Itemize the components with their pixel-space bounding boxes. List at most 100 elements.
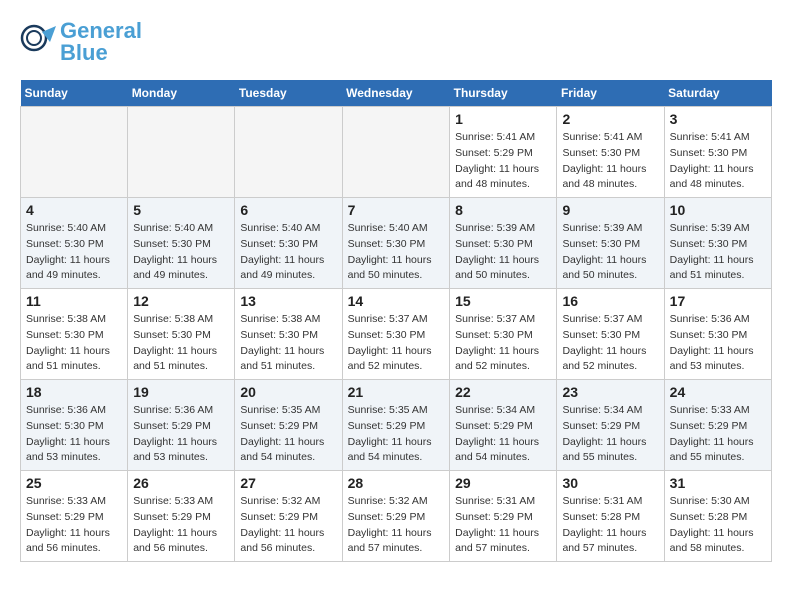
day-info: Sunrise: 5:37 AM Sunset: 5:30 PM Dayligh… — [348, 312, 445, 375]
day-number: 16 — [562, 293, 658, 309]
week-row-3: 11 Sunrise: 5:38 AM Sunset: 5:30 PM Dayli… — [21, 289, 772, 380]
day-number: 5 — [133, 202, 229, 218]
calendar-cell: 18 Sunrise: 5:36 AM Sunset: 5:30 PM Dayli… — [21, 380, 128, 471]
day-info: Sunrise: 5:36 AM Sunset: 5:30 PM Dayligh… — [26, 403, 122, 466]
day-info: Sunrise: 5:35 AM Sunset: 5:29 PM Dayligh… — [348, 403, 445, 466]
day-info: Sunrise: 5:38 AM Sunset: 5:30 PM Dayligh… — [26, 312, 122, 375]
week-row-1: 1Sunrise: 5:41 AM Sunset: 5:29 PM Daylig… — [21, 107, 772, 198]
calendar-cell: 5 Sunrise: 5:40 AM Sunset: 5:30 PM Daylig… — [128, 198, 235, 289]
calendar-cell: 28 Sunrise: 5:32 AM Sunset: 5:29 PM Dayli… — [342, 471, 450, 562]
day-info: Sunrise: 5:33 AM Sunset: 5:29 PM Dayligh… — [26, 494, 122, 557]
day-number: 11 — [26, 293, 122, 309]
calendar-cell: 7 Sunrise: 5:40 AM Sunset: 5:30 PM Daylig… — [342, 198, 450, 289]
day-number: 23 — [562, 384, 658, 400]
day-number: 7 — [348, 202, 445, 218]
calendar-cell — [21, 107, 128, 198]
calendar-cell: 3 Sunrise: 5:41 AM Sunset: 5:30 PM Daylig… — [664, 107, 771, 198]
day-info: Sunrise: 5:33 AM Sunset: 5:29 PM Dayligh… — [670, 403, 766, 466]
day-info: Sunrise: 5:40 AM Sunset: 5:30 PM Dayligh… — [133, 221, 229, 284]
day-info: Sunrise: 5:31 AM Sunset: 5:28 PM Dayligh… — [562, 494, 658, 557]
calendar-cell: 31 Sunrise: 5:30 AM Sunset: 5:28 PM Dayli… — [664, 471, 771, 562]
calendar-cell: 27 Sunrise: 5:32 AM Sunset: 5:29 PM Dayli… — [235, 471, 342, 562]
day-number: 24 — [670, 384, 766, 400]
day-info: Sunrise: 5:38 AM Sunset: 5:30 PM Dayligh… — [240, 312, 336, 375]
day-number: 18 — [26, 384, 122, 400]
day-info: Sunrise: 5:31 AM Sunset: 5:29 PM Dayligh… — [455, 494, 551, 557]
day-info: Sunrise: 5:35 AM Sunset: 5:29 PM Dayligh… — [240, 403, 336, 466]
day-info: Sunrise: 5:32 AM Sunset: 5:29 PM Dayligh… — [348, 494, 445, 557]
day-number: 26 — [133, 475, 229, 491]
calendar-cell: 8 Sunrise: 5:39 AM Sunset: 5:30 PM Daylig… — [450, 198, 557, 289]
week-row-2: 4 Sunrise: 5:40 AM Sunset: 5:30 PM Daylig… — [21, 198, 772, 289]
day-header-sunday: Sunday — [21, 80, 128, 107]
day-number: 4 — [26, 202, 122, 218]
day-number: 21 — [348, 384, 445, 400]
day-number: 27 — [240, 475, 336, 491]
day-number: 22 — [455, 384, 551, 400]
calendar-cell: 16 Sunrise: 5:37 AM Sunset: 5:30 PM Dayli… — [557, 289, 664, 380]
day-info: Sunrise: 5:41 AM Sunset: 5:30 PM Dayligh… — [670, 130, 766, 193]
day-header-thursday: Thursday — [450, 80, 557, 107]
calendar-cell: 23 Sunrise: 5:34 AM Sunset: 5:29 PM Dayli… — [557, 380, 664, 471]
day-info: Sunrise: 5:36 AM Sunset: 5:29 PM Dayligh… — [133, 403, 229, 466]
calendar-cell: 14 Sunrise: 5:37 AM Sunset: 5:30 PM Dayli… — [342, 289, 450, 380]
calendar-cell: 21 Sunrise: 5:35 AM Sunset: 5:29 PM Dayli… — [342, 380, 450, 471]
calendar-cell — [342, 107, 450, 198]
day-number: 3 — [670, 111, 766, 127]
calendar-cell: 12Sunrise: 5:38 AM Sunset: 5:30 PM Dayli… — [128, 289, 235, 380]
day-info: Sunrise: 5:34 AM Sunset: 5:29 PM Dayligh… — [562, 403, 658, 466]
calendar-cell: 4 Sunrise: 5:40 AM Sunset: 5:30 PM Daylig… — [21, 198, 128, 289]
day-info: Sunrise: 5:37 AM Sunset: 5:30 PM Dayligh… — [562, 312, 658, 375]
day-number: 30 — [562, 475, 658, 491]
calendar-cell: 13 Sunrise: 5:38 AM Sunset: 5:30 PM Dayli… — [235, 289, 342, 380]
day-number: 13 — [240, 293, 336, 309]
day-number: 8 — [455, 202, 551, 218]
day-info: Sunrise: 5:40 AM Sunset: 5:30 PM Dayligh… — [26, 221, 122, 284]
day-info: Sunrise: 5:33 AM Sunset: 5:29 PM Dayligh… — [133, 494, 229, 557]
calendar-cell: 11 Sunrise: 5:38 AM Sunset: 5:30 PM Dayli… — [21, 289, 128, 380]
day-info: Sunrise: 5:34 AM Sunset: 5:29 PM Dayligh… — [455, 403, 551, 466]
day-info: Sunrise: 5:38 AM Sunset: 5:30 PM Dayligh… — [133, 312, 229, 375]
week-row-5: 25 Sunrise: 5:33 AM Sunset: 5:29 PM Dayli… — [21, 471, 772, 562]
calendar-cell — [128, 107, 235, 198]
page-header: General Blue — [20, 20, 772, 64]
day-info: Sunrise: 5:30 AM Sunset: 5:28 PM Dayligh… — [670, 494, 766, 557]
day-number: 6 — [240, 202, 336, 218]
day-header-wednesday: Wednesday — [342, 80, 450, 107]
day-info: Sunrise: 5:40 AM Sunset: 5:30 PM Dayligh… — [348, 221, 445, 284]
calendar-cell: 19 Sunrise: 5:36 AM Sunset: 5:29 PM Dayli… — [128, 380, 235, 471]
calendar-cell — [235, 107, 342, 198]
day-number: 19 — [133, 384, 229, 400]
calendar-cell: 29 Sunrise: 5:31 AM Sunset: 5:29 PM Dayli… — [450, 471, 557, 562]
day-number: 25 — [26, 475, 122, 491]
day-info: Sunrise: 5:32 AM Sunset: 5:29 PM Dayligh… — [240, 494, 336, 557]
calendar-cell: 30 Sunrise: 5:31 AM Sunset: 5:28 PM Dayli… — [557, 471, 664, 562]
calendar-cell: 2Sunrise: 5:41 AM Sunset: 5:30 PM Daylig… — [557, 107, 664, 198]
logo: General Blue — [20, 20, 142, 64]
day-info: Sunrise: 5:39 AM Sunset: 5:30 PM Dayligh… — [562, 221, 658, 284]
day-number: 28 — [348, 475, 445, 491]
day-info: Sunrise: 5:36 AM Sunset: 5:30 PM Dayligh… — [670, 312, 766, 375]
day-header-saturday: Saturday — [664, 80, 771, 107]
day-number: 29 — [455, 475, 551, 491]
calendar-cell: 25 Sunrise: 5:33 AM Sunset: 5:29 PM Dayli… — [21, 471, 128, 562]
day-header-monday: Monday — [128, 80, 235, 107]
logo-text: General — [60, 20, 142, 42]
header-row: SundayMondayTuesdayWednesdayThursdayFrid… — [21, 80, 772, 107]
calendar-cell: 1Sunrise: 5:41 AM Sunset: 5:29 PM Daylig… — [450, 107, 557, 198]
day-info: Sunrise: 5:39 AM Sunset: 5:30 PM Dayligh… — [455, 221, 551, 284]
calendar-table: SundayMondayTuesdayWednesdayThursdayFrid… — [20, 80, 772, 562]
logo-icon — [20, 24, 56, 60]
day-number: 2 — [562, 111, 658, 127]
calendar-cell: 15Sunrise: 5:37 AM Sunset: 5:30 PM Dayli… — [450, 289, 557, 380]
day-header-friday: Friday — [557, 80, 664, 107]
calendar-cell: 6 Sunrise: 5:40 AM Sunset: 5:30 PM Daylig… — [235, 198, 342, 289]
day-info: Sunrise: 5:40 AM Sunset: 5:30 PM Dayligh… — [240, 221, 336, 284]
day-number: 14 — [348, 293, 445, 309]
day-info: Sunrise: 5:41 AM Sunset: 5:29 PM Dayligh… — [455, 130, 551, 193]
calendar-cell: 22 Sunrise: 5:34 AM Sunset: 5:29 PM Dayli… — [450, 380, 557, 471]
day-number: 15 — [455, 293, 551, 309]
day-number: 17 — [670, 293, 766, 309]
day-number: 31 — [670, 475, 766, 491]
week-row-4: 18 Sunrise: 5:36 AM Sunset: 5:30 PM Dayli… — [21, 380, 772, 471]
